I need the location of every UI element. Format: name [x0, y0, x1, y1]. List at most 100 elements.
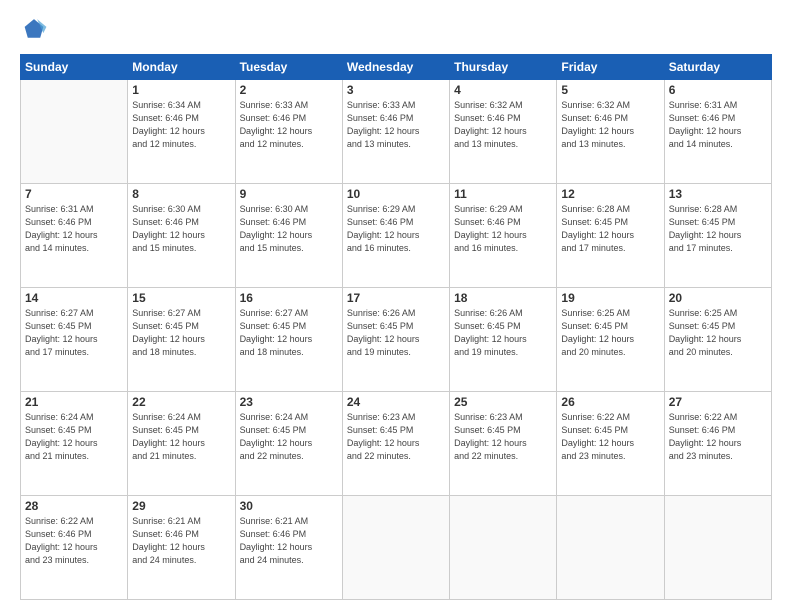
day-info: Sunrise: 6:28 AM Sunset: 6:45 PM Dayligh… [561, 203, 659, 255]
calendar-body: 1 Sunrise: 6:34 AM Sunset: 6:46 PM Daylig… [21, 80, 772, 600]
day-info: Sunrise: 6:24 AM Sunset: 6:45 PM Dayligh… [240, 411, 338, 463]
calendar-table: SundayMondayTuesdayWednesdayThursdayFrid… [20, 54, 772, 600]
calendar-cell: 29 Sunrise: 6:21 AM Sunset: 6:46 PM Dayli… [128, 496, 235, 600]
day-number: 22 [132, 395, 230, 409]
day-number: 29 [132, 499, 230, 513]
day-info: Sunrise: 6:29 AM Sunset: 6:46 PM Dayligh… [347, 203, 445, 255]
day-info: Sunrise: 6:26 AM Sunset: 6:45 PM Dayligh… [347, 307, 445, 359]
calendar-cell: 15 Sunrise: 6:27 AM Sunset: 6:45 PM Dayli… [128, 288, 235, 392]
day-number: 2 [240, 83, 338, 97]
day-number: 1 [132, 83, 230, 97]
day-info: Sunrise: 6:30 AM Sunset: 6:46 PM Dayligh… [132, 203, 230, 255]
calendar-cell: 5 Sunrise: 6:32 AM Sunset: 6:46 PM Daylig… [557, 80, 664, 184]
day-number: 3 [347, 83, 445, 97]
calendar-cell: 19 Sunrise: 6:25 AM Sunset: 6:45 PM Dayli… [557, 288, 664, 392]
week-row-5: 28Sunrise: 6:22 AM Sunset: 6:46 PM Dayli… [21, 496, 772, 600]
weekday-header-thursday: Thursday [450, 55, 557, 80]
day-info: Sunrise: 6:26 AM Sunset: 6:45 PM Dayligh… [454, 307, 552, 359]
calendar-cell: 21 Sunrise: 6:24 AM Sunset: 6:45 PM Dayli… [21, 392, 128, 496]
day-number: 17 [347, 291, 445, 305]
day-number: 11 [454, 187, 552, 201]
week-row-3: 14 Sunrise: 6:27 AM Sunset: 6:45 PM Dayli… [21, 288, 772, 392]
calendar-cell: 20 Sunrise: 6:25 AM Sunset: 6:45 PM Dayli… [664, 288, 771, 392]
calendar-cell: 26Sunrise: 6:22 AM Sunset: 6:45 PM Dayli… [557, 392, 664, 496]
page: SundayMondayTuesdayWednesdayThursdayFrid… [0, 0, 792, 612]
calendar-cell: 7 Sunrise: 6:31 AM Sunset: 6:46 PM Daylig… [21, 184, 128, 288]
week-row-4: 21 Sunrise: 6:24 AM Sunset: 6:45 PM Dayli… [21, 392, 772, 496]
logo-icon [20, 16, 48, 44]
day-number: 12 [561, 187, 659, 201]
day-number: 26 [561, 395, 659, 409]
day-info: Sunrise: 6:27 AM Sunset: 6:45 PM Dayligh… [132, 307, 230, 359]
calendar-cell: 1 Sunrise: 6:34 AM Sunset: 6:46 PM Daylig… [128, 80, 235, 184]
weekday-header-monday: Monday [128, 55, 235, 80]
day-number: 16 [240, 291, 338, 305]
day-info: Sunrise: 6:27 AM Sunset: 6:45 PM Dayligh… [240, 307, 338, 359]
calendar-cell: 27Sunrise: 6:22 AM Sunset: 6:46 PM Dayli… [664, 392, 771, 496]
day-number: 19 [561, 291, 659, 305]
calendar-cell: 2 Sunrise: 6:33 AM Sunset: 6:46 PM Daylig… [235, 80, 342, 184]
day-number: 21 [25, 395, 123, 409]
day-number: 9 [240, 187, 338, 201]
day-number: 14 [25, 291, 123, 305]
calendar-cell: 30 Sunrise: 6:21 AM Sunset: 6:46 PM Dayli… [235, 496, 342, 600]
day-number: 28 [25, 499, 123, 513]
day-info: Sunrise: 6:31 AM Sunset: 6:46 PM Dayligh… [669, 99, 767, 151]
day-info: Sunrise: 6:30 AM Sunset: 6:46 PM Dayligh… [240, 203, 338, 255]
calendar-cell: 22 Sunrise: 6:24 AM Sunset: 6:45 PM Dayli… [128, 392, 235, 496]
calendar-cell: 8 Sunrise: 6:30 AM Sunset: 6:46 PM Daylig… [128, 184, 235, 288]
calendar-cell: 24 Sunrise: 6:23 AM Sunset: 6:45 PM Dayli… [342, 392, 449, 496]
day-number: 23 [240, 395, 338, 409]
calendar-cell: 16 Sunrise: 6:27 AM Sunset: 6:45 PM Dayli… [235, 288, 342, 392]
day-info: Sunrise: 6:31 AM Sunset: 6:46 PM Dayligh… [25, 203, 123, 255]
weekday-header-friday: Friday [557, 55, 664, 80]
calendar-cell [557, 496, 664, 600]
week-row-2: 7 Sunrise: 6:31 AM Sunset: 6:46 PM Daylig… [21, 184, 772, 288]
calendar-cell: 10 Sunrise: 6:29 AM Sunset: 6:46 PM Dayli… [342, 184, 449, 288]
day-info: Sunrise: 6:34 AM Sunset: 6:46 PM Dayligh… [132, 99, 230, 151]
day-info: Sunrise: 6:25 AM Sunset: 6:45 PM Dayligh… [669, 307, 767, 359]
calendar-cell: 28Sunrise: 6:22 AM Sunset: 6:46 PM Dayli… [21, 496, 128, 600]
day-info: Sunrise: 6:33 AM Sunset: 6:46 PM Dayligh… [240, 99, 338, 151]
calendar-header: SundayMondayTuesdayWednesdayThursdayFrid… [21, 55, 772, 80]
day-number: 30 [240, 499, 338, 513]
day-info: Sunrise: 6:21 AM Sunset: 6:46 PM Dayligh… [132, 515, 230, 567]
day-number: 15 [132, 291, 230, 305]
header [20, 16, 772, 44]
weekday-header-tuesday: Tuesday [235, 55, 342, 80]
day-info: Sunrise: 6:28 AM Sunset: 6:45 PM Dayligh… [669, 203, 767, 255]
calendar-cell [664, 496, 771, 600]
day-number: 8 [132, 187, 230, 201]
calendar-cell [342, 496, 449, 600]
day-info: Sunrise: 6:32 AM Sunset: 6:46 PM Dayligh… [561, 99, 659, 151]
day-number: 18 [454, 291, 552, 305]
calendar-cell: 9 Sunrise: 6:30 AM Sunset: 6:46 PM Daylig… [235, 184, 342, 288]
week-row-1: 1 Sunrise: 6:34 AM Sunset: 6:46 PM Daylig… [21, 80, 772, 184]
calendar-cell: 14 Sunrise: 6:27 AM Sunset: 6:45 PM Dayli… [21, 288, 128, 392]
day-info: Sunrise: 6:25 AM Sunset: 6:45 PM Dayligh… [561, 307, 659, 359]
calendar-cell: 17 Sunrise: 6:26 AM Sunset: 6:45 PM Dayli… [342, 288, 449, 392]
day-number: 20 [669, 291, 767, 305]
calendar-cell: 4 Sunrise: 6:32 AM Sunset: 6:46 PM Daylig… [450, 80, 557, 184]
calendar-cell: 23 Sunrise: 6:24 AM Sunset: 6:45 PM Dayli… [235, 392, 342, 496]
day-info: Sunrise: 6:24 AM Sunset: 6:45 PM Dayligh… [25, 411, 123, 463]
calendar-cell: 18 Sunrise: 6:26 AM Sunset: 6:45 PM Dayli… [450, 288, 557, 392]
day-number: 10 [347, 187, 445, 201]
day-info: Sunrise: 6:27 AM Sunset: 6:45 PM Dayligh… [25, 307, 123, 359]
day-number: 7 [25, 187, 123, 201]
calendar-cell [450, 496, 557, 600]
day-number: 4 [454, 83, 552, 97]
weekday-header-sunday: Sunday [21, 55, 128, 80]
day-number: 5 [561, 83, 659, 97]
day-number: 24 [347, 395, 445, 409]
day-info: Sunrise: 6:23 AM Sunset: 6:45 PM Dayligh… [347, 411, 445, 463]
day-info: Sunrise: 6:24 AM Sunset: 6:45 PM Dayligh… [132, 411, 230, 463]
logo [20, 16, 52, 44]
calendar-cell: 12 Sunrise: 6:28 AM Sunset: 6:45 PM Dayli… [557, 184, 664, 288]
calendar-cell [21, 80, 128, 184]
day-info: Sunrise: 6:32 AM Sunset: 6:46 PM Dayligh… [454, 99, 552, 151]
day-info: Sunrise: 6:21 AM Sunset: 6:46 PM Dayligh… [240, 515, 338, 567]
day-number: 27 [669, 395, 767, 409]
weekday-header-wednesday: Wednesday [342, 55, 449, 80]
calendar-cell: 3Sunrise: 6:33 AM Sunset: 6:46 PM Daylig… [342, 80, 449, 184]
